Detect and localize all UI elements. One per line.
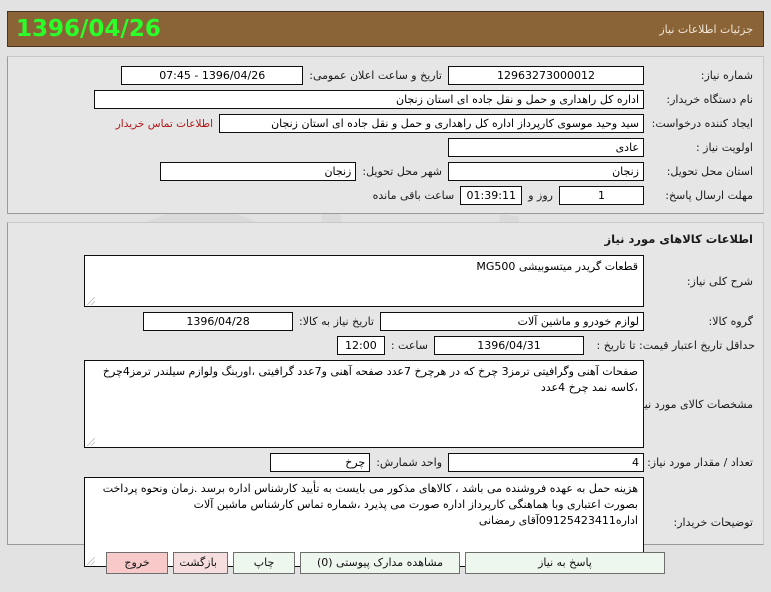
validity-time-field[interactable]: 12:00: [336, 336, 385, 355]
priority-label: اولویت نیاز :: [695, 141, 753, 154]
resize-grip-icon[interactable]: [87, 297, 95, 305]
buyer-contact-link[interactable]: اطلاعات تماس خریدار: [116, 118, 213, 130]
specs-text: صفحات آهنی وگرافیتی ترمز3 چرخ که در هرچر…: [102, 365, 638, 394]
announce-label: تاریخ و ساعت اعلان عمومی:: [309, 69, 442, 82]
row-general-desc: شرح کلی نیاز: قطعات گریدر میتسوبیشی MG50…: [8, 255, 763, 307]
price-validity-date-field[interactable]: 1396/04/31: [434, 336, 584, 355]
province-label: استان محل تحویل:: [666, 165, 753, 178]
print-button[interactable]: چاپ: [233, 552, 295, 574]
need-summary-panel: شماره نیاز: 12963273000012 تاریخ و ساعت …: [7, 56, 764, 214]
row-priority: اولویت نیاز : عادی: [8, 138, 763, 157]
footer-toolbar: پاسخ به نیاز مشاهده مدارک پیوستی (0) چاپ…: [7, 552, 764, 582]
unit-field[interactable]: چرخ: [270, 453, 371, 472]
row-quantity: تعداد / مقدار مورد نیاز: 4 واحد شمارش: چ…: [8, 453, 763, 472]
specs-label: مشخصات کالای مورد نیاز:: [632, 397, 753, 411]
goods-group-field[interactable]: لوازم خودرو و ماشین آلات: [380, 312, 644, 331]
general-desc-label: شرح کلی نیاز:: [686, 274, 753, 288]
province-field[interactable]: زنجان: [448, 162, 644, 181]
quantity-field[interactable]: 4: [448, 453, 644, 472]
goods-info-panel: اطلاعات کالاهای مورد نیاز شرح کلی نیاز: …: [7, 222, 764, 567]
header-date: 1396/04/26: [16, 16, 161, 42]
general-desc-textarea[interactable]: قطعات گریدر میتسوبیشی MG500: [84, 255, 644, 307]
city-field[interactable]: زنجان: [160, 162, 357, 181]
creator-field[interactable]: سید وحید موسوی کارپرداز اداره کل راهداری…: [219, 114, 644, 133]
priority-field[interactable]: عادی: [448, 138, 644, 157]
row-deadline: مهلت ارسال پاسخ: 1 روز و 01:39:11 ساعت ب…: [8, 186, 763, 205]
deadline-label: مهلت ارسال پاسخ:: [665, 189, 753, 202]
buyer-notes-label: توضیحات خریدار:: [673, 515, 754, 529]
deadline-days-field[interactable]: 1: [559, 186, 644, 205]
need-date-field[interactable]: 1396/04/28: [143, 312, 294, 331]
row-specs: مشخصات کالای مورد نیاز: صفحات آهنی وگراف…: [8, 360, 763, 448]
page-header: جزئیات اطلاعات نیاز 1396/04/26: [7, 11, 764, 47]
quantity-label: تعداد / مقدار مورد نیاز:: [647, 456, 753, 469]
deadline-days-suffix: روز و: [528, 189, 553, 202]
announce-datetime-field[interactable]: 1396/04/26 - 07:45: [121, 66, 304, 85]
buyer-org-label: نام دستگاه خریدار:: [666, 93, 753, 106]
specs-textarea[interactable]: صفحات آهنی وگرافیتی ترمز3 چرخ که در هرچر…: [84, 360, 644, 448]
row-need-number: شماره نیاز: 12963273000012 تاریخ و ساعت …: [8, 66, 763, 85]
validity-time-label: ساعت :: [390, 339, 428, 352]
exit-button[interactable]: خروج: [106, 552, 168, 574]
price-validity-label: حداقل تاریخ اعتبار قیمت: تا تاریخ :: [596, 339, 755, 352]
goods-panel-title: اطلاعات کالاهای مورد نیاز: [604, 232, 753, 246]
need-number-label: شماره نیاز:: [700, 69, 753, 82]
row-goods-group: گروه کالا: لوازم خودرو و ماشین آلات تاری…: [8, 312, 763, 331]
deadline-clock-field[interactable]: 01:39:11: [460, 186, 523, 205]
row-creator: ایجاد کننده درخواست: سید وحید موسوی کارپ…: [8, 114, 763, 133]
creator-label: ایجاد کننده درخواست:: [651, 117, 753, 130]
page-title: جزئیات اطلاعات نیاز: [659, 22, 753, 36]
back-button[interactable]: بازگشت: [173, 552, 228, 574]
unit-label: واحد شمارش:: [376, 456, 442, 469]
row-buyer-org: نام دستگاه خریدار: اداره کل راهداری و حم…: [8, 90, 763, 109]
buyer-org-field[interactable]: اداره کل راهداری و حمل و نقل جاده ای است…: [94, 90, 644, 109]
goods-group-label: گروه کالا:: [708, 315, 753, 328]
city-label: شهر محل تحویل:: [362, 165, 442, 178]
row-delivery-location: استان محل تحویل: زنجان شهر محل تحویل: زن…: [8, 162, 763, 181]
view-attachments-button[interactable]: مشاهده مدارک پیوستی (0): [300, 552, 460, 574]
deadline-suffix-label: ساعت باقی مانده: [372, 189, 455, 202]
need-number-field[interactable]: 12963273000012: [448, 66, 644, 85]
buyer-notes-text: هزینه حمل به عهده فروشنده می باشد ، کالا…: [102, 482, 638, 527]
resize-grip-icon[interactable]: [87, 438, 95, 446]
row-price-validity: حداقل تاریخ اعتبار قیمت: تا تاریخ : 1396…: [8, 336, 763, 355]
need-date-label: تاریخ نیاز به کالا:: [299, 315, 374, 328]
general-desc-text: قطعات گریدر میتسوبیشی MG500: [476, 260, 638, 273]
answer-need-button[interactable]: پاسخ به نیاز: [465, 552, 665, 574]
